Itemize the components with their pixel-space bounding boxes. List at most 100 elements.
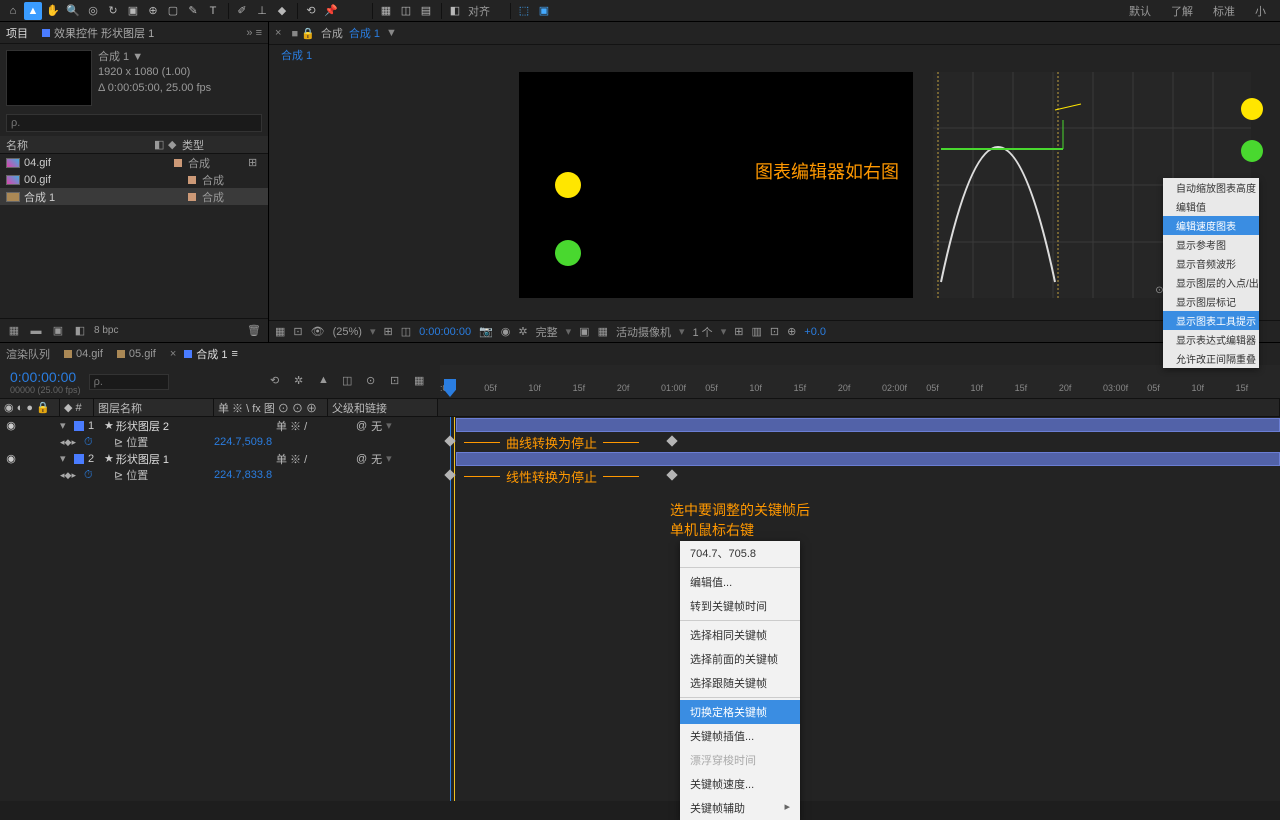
eraser-tool-icon[interactable]: ◆ xyxy=(273,2,291,20)
adjust-icon[interactable]: ◧ xyxy=(72,323,88,339)
orbit-tool-icon[interactable]: ◎ xyxy=(84,2,102,20)
stopwatch-icon[interactable]: ⏱ xyxy=(84,469,94,482)
pan-behind-icon[interactable]: ⊕ xyxy=(144,2,162,20)
tag-header-icon[interactable]: ◧ xyxy=(154,138,168,151)
vf-icon[interactable]: ▦ xyxy=(275,325,285,338)
comp-close-icon[interactable]: × xyxy=(275,27,281,39)
property-row[interactable]: ◂◆▸ ⏱ ⊵ 位置 224.7,833.8 xyxy=(0,467,440,483)
tl-btn-icon[interactable]: ◫ xyxy=(342,374,358,390)
pickwhip-icon[interactable]: @ xyxy=(356,453,367,465)
camera-icon[interactable]: 📷 xyxy=(479,325,493,338)
position-value[interactable]: 224.7,509.8 xyxy=(214,436,272,448)
vf-icon[interactable]: ⊡ xyxy=(770,325,779,338)
layer-bar[interactable] xyxy=(456,452,1280,466)
timeline-tab[interactable]: 05.gif xyxy=(117,348,156,360)
render-queue-tab[interactable]: 渲染队列 xyxy=(6,346,50,362)
stroke-icon[interactable]: ▣ xyxy=(535,2,553,20)
project-item[interactable]: 00.gif 合成 xyxy=(0,171,268,188)
composition-preview[interactable]: 图表编辑器如右图 xyxy=(519,72,913,298)
vf-icon[interactable]: ⊞ xyxy=(383,325,392,338)
context-menu-item[interactable]: 关键帧速度... xyxy=(680,772,800,796)
timeline-tab[interactable]: 04.gif xyxy=(64,348,103,360)
graph-menu-item[interactable]: 编辑值 xyxy=(1163,197,1259,216)
time-display[interactable]: 0:00:00:00 xyxy=(419,326,471,338)
tl-btn-icon[interactable]: ✲ xyxy=(294,374,310,390)
col-type-header[interactable]: 类型 xyxy=(182,137,262,153)
comp-thumbnail[interactable] xyxy=(6,50,92,106)
roto-tool-icon[interactable]: ⟲ xyxy=(302,2,320,20)
exposure-value[interactable]: +0.0 xyxy=(804,326,826,338)
brush-tool-icon[interactable]: ✐ xyxy=(233,2,251,20)
twirl-icon[interactable]: ▾ xyxy=(60,452,70,465)
comp-breadcrumb[interactable]: 合成 1 xyxy=(281,47,312,63)
timeline-search-input[interactable] xyxy=(89,374,169,390)
pickwhip-icon[interactable]: @ xyxy=(356,420,367,432)
vf-icon[interactable]: ⊕ xyxy=(787,325,796,338)
context-menu-item[interactable]: 选择前面的关键帧 xyxy=(680,647,800,671)
stopwatch-icon[interactable]: ⏱ xyxy=(84,436,94,449)
project-search-input[interactable] xyxy=(6,114,262,132)
graph-menu-item[interactable]: ✓显示图表工具提示 xyxy=(1163,311,1259,330)
graph-editor[interactable]: 自动缩放图表高度编辑值✓编辑速度图表显示参考图显示音频波形显示图层的入点/出点显… xyxy=(933,72,1251,298)
graph-menu-item[interactable]: 自动缩放图表高度 xyxy=(1163,178,1259,197)
workspace-default[interactable]: 默认 xyxy=(1129,3,1151,19)
tool-opt3-icon[interactable]: ▤ xyxy=(417,2,435,20)
trash-icon[interactable]: 🗑 xyxy=(246,323,262,339)
interpret-icon[interactable]: ▦ xyxy=(6,323,22,339)
comp-tab[interactable]: 合成 xyxy=(321,25,343,41)
rect-tool-icon[interactable]: ▢ xyxy=(164,2,182,20)
graph-menu-item[interactable]: ✓编辑速度图表 xyxy=(1163,216,1259,235)
folder-icon[interactable]: ▬ xyxy=(28,323,44,339)
graph-menu-item[interactable]: 显示图层的入点/出点 xyxy=(1163,273,1259,292)
clone-tool-icon[interactable]: ⊥ xyxy=(253,2,271,20)
project-tab[interactable]: 项目 xyxy=(6,25,28,41)
context-menu-item[interactable]: 转到关键帧时间 xyxy=(680,594,800,618)
vf-icon[interactable]: 👁 xyxy=(311,325,325,338)
hand-tool-icon[interactable]: ✋ xyxy=(44,2,62,20)
text-tool-icon[interactable]: T xyxy=(204,2,222,20)
fill-icon[interactable]: ⬚ xyxy=(515,2,533,20)
tl-btn-icon[interactable]: ⊡ xyxy=(390,374,406,390)
panel-menu-icon[interactable]: » ≡ xyxy=(246,27,262,39)
views-dropdown[interactable]: 1 个 xyxy=(693,324,713,340)
camera-tool-icon[interactable]: ▣ xyxy=(124,2,142,20)
home-icon[interactable]: ⌂ xyxy=(4,2,22,20)
puppet-tool-icon[interactable]: 📌 xyxy=(322,2,340,20)
tl-btn-icon[interactable]: ▲ xyxy=(318,374,334,390)
green-handle[interactable] xyxy=(1241,140,1263,162)
property-row[interactable]: ◂◆▸ ⏱ ⊵ 位置 224.7,509.8 xyxy=(0,434,440,450)
eye-col-icon[interactable]: ◉ ◐ ● 🔒 xyxy=(4,401,50,414)
keyframe-nav[interactable]: ◂◆▸ xyxy=(60,437,80,448)
time-ruler[interactable]: :00f05f10f15f20f01:00f05f10f15f20f02:00f… xyxy=(440,365,1280,398)
zoom-dropdown[interactable]: (25%) xyxy=(333,326,362,338)
mode-header[interactable]: 单 ※ \ fx 图 ⊙ ⊙ ⊕ xyxy=(214,399,328,416)
col-name-header[interactable]: 名称 xyxy=(6,137,154,153)
vf-icon[interactable]: ✲ xyxy=(518,325,527,338)
pen-tool-icon[interactable]: ✎ xyxy=(184,2,202,20)
label-header-icon[interactable]: ◆ xyxy=(168,138,182,151)
parent-dropdown[interactable]: 无 xyxy=(371,451,382,467)
vf-icon[interactable]: ▣ xyxy=(579,325,589,338)
keyframe-nav[interactable]: ◂◆▸ xyxy=(60,470,80,481)
workspace-small[interactable]: 小 xyxy=(1255,3,1266,19)
bpc-label[interactable]: 8 bpc xyxy=(94,325,118,336)
vf-icon[interactable]: ⊡ xyxy=(293,325,302,338)
new-comp-icon[interactable]: ▣ xyxy=(50,323,66,339)
vf-icon[interactable]: ▦ xyxy=(598,325,608,338)
layer-row[interactable]: ◉ ▾ 1 ★ 形状图层 2 单 ※ / @无▾ xyxy=(0,417,440,434)
timecode-display[interactable]: 0:00:00:00 xyxy=(10,369,81,385)
project-item[interactable]: 04.gif 合成 ⊞ xyxy=(0,154,268,171)
quality-dropdown[interactable]: 完整 xyxy=(536,324,558,340)
label-col-icon[interactable]: ◆ # xyxy=(64,401,82,414)
snap-icon[interactable]: ◧ xyxy=(446,2,464,20)
parent-header[interactable]: 父级和链接 xyxy=(328,399,438,416)
context-menu-item[interactable]: 关键帧插值... xyxy=(680,724,800,748)
parent-dropdown[interactable]: 无 xyxy=(371,418,382,434)
keyframe-icon[interactable] xyxy=(666,469,677,480)
selection-tool-icon[interactable]: ▲ xyxy=(24,2,42,20)
layer-name-header[interactable]: 图层名称 xyxy=(94,399,214,416)
tool-opt2-icon[interactable]: ◫ xyxy=(397,2,415,20)
twirl-icon[interactable]: ▾ xyxy=(60,419,70,432)
context-menu-item[interactable]: 关键帧辅助 xyxy=(680,796,800,820)
tool-opt1-icon[interactable]: ▦ xyxy=(377,2,395,20)
